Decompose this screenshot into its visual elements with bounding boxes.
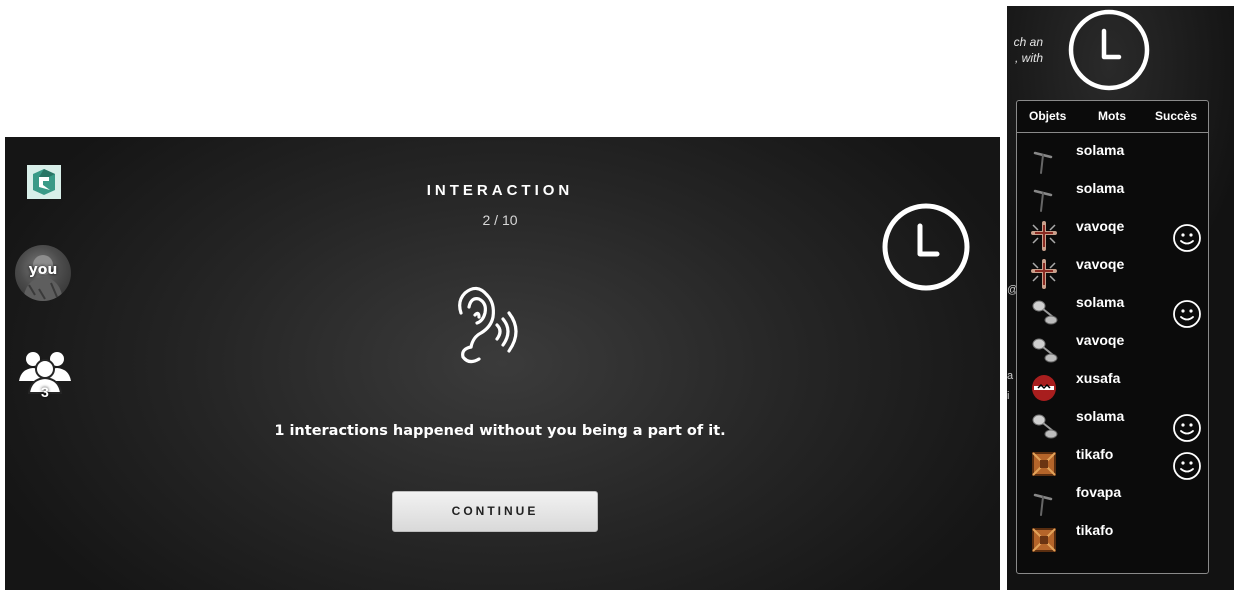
cut-off-instruction-text: ch an , with	[1007, 34, 1043, 66]
spoon-icon	[1032, 338, 1058, 363]
smiley-icon	[1173, 224, 1201, 252]
list-item[interactable]: vavoqe	[1017, 253, 1208, 291]
cross-icon	[1031, 259, 1057, 289]
list-item-word: tikafo	[1076, 446, 1114, 462]
clock-icon	[882, 203, 970, 291]
tile-icon	[1032, 528, 1056, 552]
list-item-word: fovapa	[1076, 484, 1122, 500]
inventory-list: Objets Mots Succès solama solama vavoqe vav…	[1016, 100, 1209, 574]
list-item-word: solama	[1076, 142, 1125, 158]
continue-button[interactable]: CONTINUE	[392, 491, 598, 532]
stick-icon	[1033, 189, 1053, 212]
list-item[interactable]: fovapa	[1017, 481, 1208, 519]
inventory-tabs: Objets Mots Succès	[1017, 101, 1208, 133]
list-item-word: solama	[1076, 294, 1125, 310]
smiley-icon	[1173, 300, 1201, 328]
side-panel: ch an , with @ a i Objets Mots Succès so…	[1007, 6, 1234, 590]
list-item[interactable]: tikafo	[1017, 519, 1208, 557]
list-item-word: vavoqe	[1076, 218, 1125, 234]
list-item-word: vavoqe	[1076, 332, 1125, 348]
cut-text-line-1: ch an	[1013, 35, 1043, 49]
list-item-word: solama	[1076, 180, 1125, 196]
tile-icon	[1032, 452, 1056, 476]
ear-listening-icon	[458, 286, 518, 364]
interaction-panel: you 3 INTERACTION 2 / 10 1 interactions …	[5, 137, 1000, 590]
interaction-counter: 2 / 10	[482, 212, 518, 228]
group-members-button[interactable]: 3	[15, 347, 75, 403]
list-item[interactable]: tikafo	[1017, 443, 1208, 481]
list-item-word: solama	[1076, 408, 1125, 424]
spoon-icon	[1032, 414, 1058, 439]
list-item[interactable]: xusafa	[1017, 367, 1208, 405]
list-item[interactable]: solama	[1017, 405, 1208, 443]
tab-succes[interactable]: Succès	[1155, 109, 1197, 123]
side-clock-icon	[1068, 9, 1150, 91]
cut-text-line-2: , with	[1014, 51, 1043, 65]
cut-fragment-2: a	[1007, 370, 1014, 382]
list-item[interactable]: solama	[1017, 291, 1208, 329]
tab-mots[interactable]: Mots	[1098, 109, 1126, 123]
list-item-word: vavoqe	[1076, 256, 1125, 272]
smiley-icon	[1173, 452, 1201, 480]
app-root: you 3 INTERACTION 2 / 10 1 interactions …	[0, 0, 1234, 590]
avatar-label: you	[28, 262, 58, 278]
red-shield-icon	[1032, 375, 1056, 401]
interaction-title: INTERACTION	[426, 182, 574, 199]
list-item-word: tikafo	[1076, 522, 1114, 538]
tab-objets[interactable]: Objets	[1029, 109, 1066, 123]
list-item-word: xusafa	[1076, 370, 1121, 386]
spoon-icon	[1032, 300, 1058, 325]
stick-icon	[1033, 151, 1053, 174]
interaction-message: 1 interactions happened without you bein…	[274, 423, 726, 439]
cross-icon	[1031, 221, 1057, 251]
list-item[interactable]: vavoqe	[1017, 329, 1208, 367]
smiley-icon	[1173, 414, 1201, 442]
group-count: 3	[41, 384, 49, 400]
inventory-rows: solama solama vavoqe vavoqe solama vavoqe xusa…	[1017, 139, 1208, 557]
list-item[interactable]: vavoqe	[1017, 215, 1208, 253]
list-item[interactable]: solama	[1017, 177, 1208, 215]
list-item[interactable]: solama	[1017, 139, 1208, 177]
stick-icon	[1033, 493, 1053, 516]
cut-fragment-3: i	[1007, 390, 1010, 402]
player-avatar[interactable]: you	[15, 245, 71, 301]
